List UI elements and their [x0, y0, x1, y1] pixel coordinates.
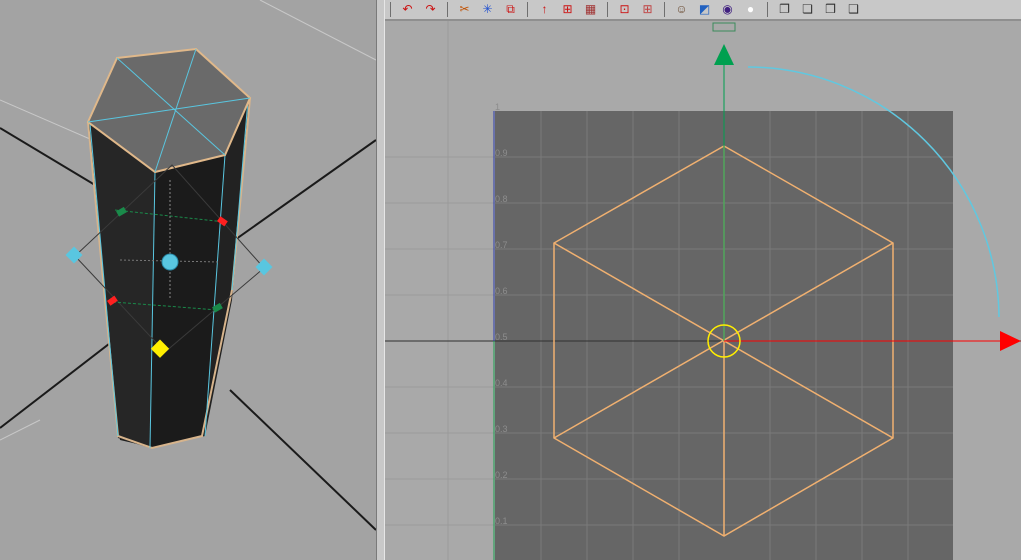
display-grid-icon[interactable]: ⊞	[638, 1, 657, 18]
rotate-cw-icon[interactable]: ↷	[421, 1, 440, 18]
hexagonal-prism[interactable]	[86, 47, 252, 450]
v-tick-label: 0.7	[495, 240, 508, 250]
v-tick-label: 0.4	[495, 378, 508, 388]
v-tick-label: 0.8	[495, 194, 508, 204]
toolbar-separator	[390, 2, 391, 17]
sew-uv-icon[interactable]: ✳	[478, 1, 497, 18]
v-tick-label: 0.9	[495, 148, 508, 158]
paste-u-icon[interactable]: ❒	[821, 1, 840, 18]
layout-uv-icon[interactable]: ⧉	[501, 1, 520, 18]
v-tick-label: 0.1	[495, 516, 508, 526]
manipulator-y-arrow[interactable]	[714, 44, 734, 65]
pane-splitter[interactable]	[376, 0, 385, 560]
uv-canvas[interactable]: 1 0.9 0.8 0.7 0.6 0.5 0.4 0.3 0.2 0.1	[385, 21, 1021, 560]
arrow-up-icon[interactable]: ↑	[535, 1, 554, 18]
person-icon[interactable]: ☺	[672, 1, 691, 18]
toolbar-separator	[607, 2, 608, 17]
v-tick-label: 0.2	[495, 470, 508, 480]
shade-uv-icon[interactable]: ◩	[695, 1, 714, 18]
circle-icon[interactable]: ●	[741, 1, 760, 18]
grid-uv-icon[interactable]: ⊞	[558, 1, 577, 18]
manipulator-x-arrow[interactable]	[1000, 331, 1021, 351]
uv-editor-toolbar: ↶ ↷ ✂ ✳ ⧉ ↑ ⊞ ▦ ⊡ ⊞ ☺ ◩ ◉ ● ❐ ❏ ❒ ❑	[385, 0, 1021, 21]
uv-texture-editor[interactable]: ↶ ↷ ✂ ✳ ⧉ ↑ ⊞ ▦ ⊡ ⊞ ☺ ◩ ◉ ● ❐ ❏ ❒ ❑ 1 0.…	[385, 0, 1021, 560]
uv-outer-grid	[385, 21, 495, 560]
perspective-viewport[interactable]	[0, 0, 376, 560]
v-tick-label: 1	[495, 102, 500, 112]
manipulator-y-cap	[712, 22, 736, 32]
checker-icon[interactable]: ▦	[581, 1, 600, 18]
cut-uv-icon[interactable]: ✂	[455, 1, 474, 18]
v-tick-label: 0.3	[495, 424, 508, 434]
rotate-ccw-icon[interactable]: ↶	[398, 1, 417, 18]
copy-uv-icon[interactable]: ❐	[775, 1, 794, 18]
toolbar-separator	[767, 2, 768, 17]
color-wheel-icon[interactable]: ◉	[718, 1, 737, 18]
paste-v-icon[interactable]: ❑	[844, 1, 863, 18]
perspective-scene	[0, 0, 376, 531]
toolbar-separator	[527, 2, 528, 17]
v-tick-label: 0.6	[495, 286, 508, 296]
manip-center-handle[interactable]	[161, 253, 179, 271]
toolbar-separator	[447, 2, 448, 17]
v-tick-label: 0.5	[495, 332, 508, 342]
toolbar-separator	[664, 2, 665, 17]
paste-uv-icon[interactable]: ❏	[798, 1, 817, 18]
isolate-select-icon[interactable]: ⊡	[615, 1, 634, 18]
